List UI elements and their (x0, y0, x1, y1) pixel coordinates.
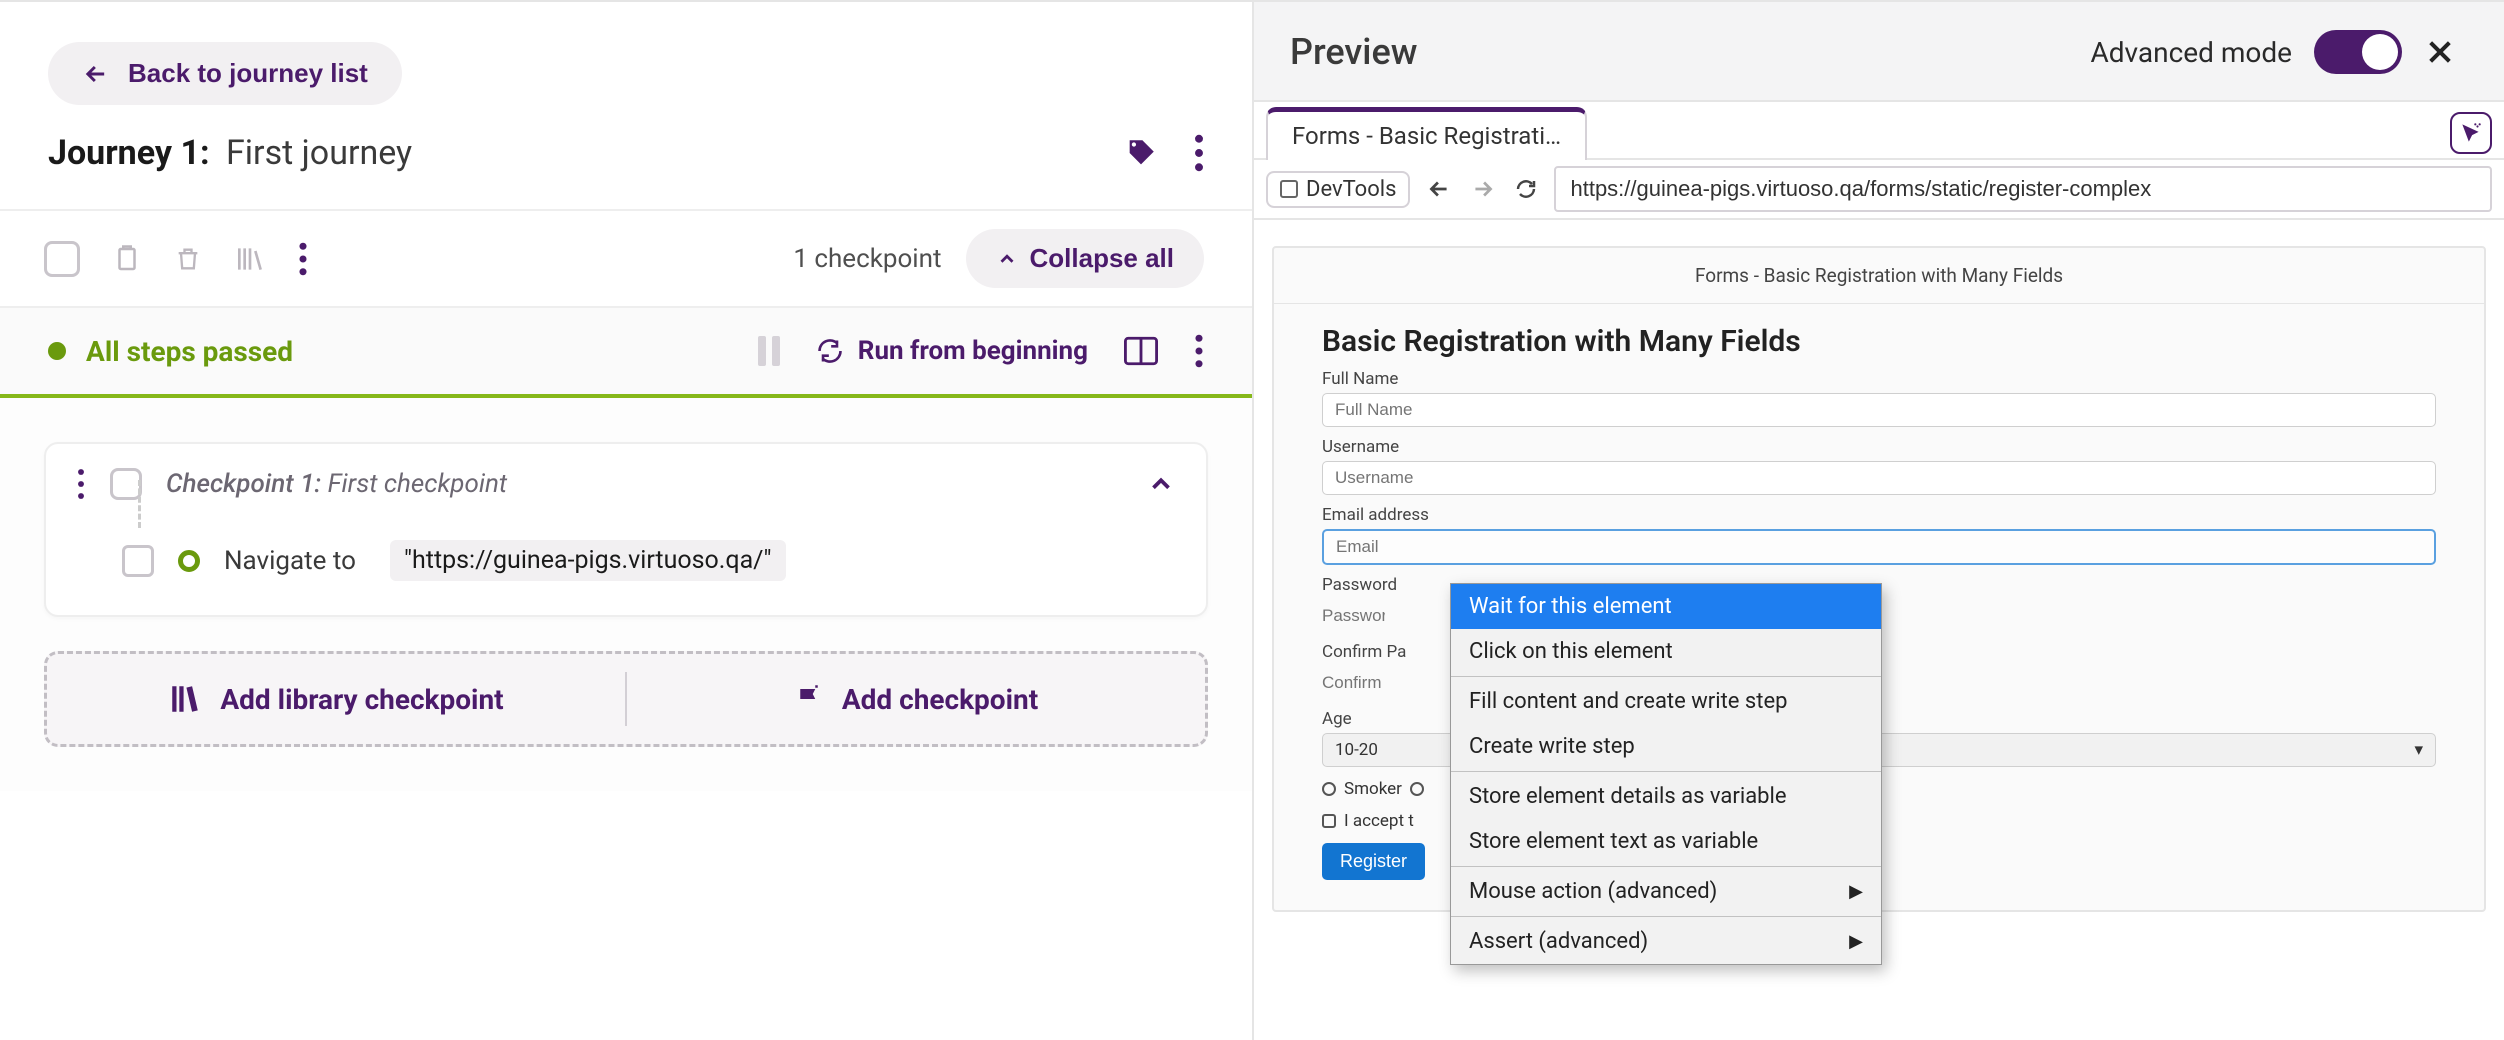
step-status-icon (178, 550, 200, 572)
status-more-menu[interactable] (1194, 334, 1204, 368)
submenu-arrow-icon: ▶ (1849, 931, 1863, 952)
checkpoint-name: First checkpoint (328, 469, 508, 499)
pause-icon[interactable] (758, 336, 780, 366)
add-library-checkpoint-button[interactable]: Add library checkpoint (47, 654, 625, 744)
run-from-beginning-button[interactable]: Run from beginning (816, 336, 1088, 366)
back-label: Back to journey list (128, 58, 368, 89)
accept-label: I accept t (1344, 811, 1414, 831)
email-label: Email address (1322, 505, 2436, 525)
checkpoint-card: Checkpoint 1: First checkpoint Navigate … (44, 442, 1208, 617)
back-to-journey-list-button[interactable]: Back to journey list (48, 42, 402, 105)
tag-icon[interactable] (1124, 136, 1158, 170)
step-checkbox[interactable] (122, 545, 154, 577)
add-library-label: Add library checkpoint (220, 683, 503, 716)
browser-reload-button[interactable] (1514, 177, 1538, 201)
run-status: All steps passed (48, 335, 293, 368)
email-input[interactable] (1322, 529, 2436, 565)
fullname-label: Full Name (1322, 369, 2436, 389)
element-selector-tool[interactable] (2450, 112, 2492, 154)
ctx-store-details[interactable]: Store element details as variable (1451, 774, 1881, 819)
ctx-assert[interactable]: Assert (advanced)▶ (1451, 919, 1881, 964)
devtools-checkbox[interactable] (1280, 180, 1298, 198)
smoker-radio[interactable] (1322, 782, 1336, 796)
password-input[interactable] (1322, 600, 1397, 632)
page-heading: Basic Registration with Many Fields (1322, 324, 2436, 359)
browser-back-button[interactable] (1426, 176, 1452, 202)
collapse-label: Collapse all (1030, 243, 1175, 274)
ctx-store-text[interactable]: Store element text as variable (1451, 819, 1881, 864)
journey-name: First journey (226, 133, 412, 173)
arrow-left-icon (82, 60, 110, 88)
ctx-click-on-element[interactable]: Click on this element (1451, 629, 1881, 674)
step-url: "https://guinea-pigs.virtuoso.qa/" (390, 540, 786, 581)
browser-tab[interactable]: Forms - Basic Registrati… (1266, 107, 1587, 160)
clipboard-icon[interactable] (112, 242, 142, 276)
checkpoint-label: Checkpoint 1: (166, 469, 321, 499)
advanced-mode-label: Advanced mode (2090, 36, 2292, 69)
side-panel-icon[interactable] (1124, 336, 1158, 366)
journey-editor-panel: Back to journey list Journey 1: First jo… (0, 2, 1254, 1040)
journey-more-menu[interactable] (1194, 134, 1204, 172)
preview-title: Preview (1290, 31, 1417, 73)
collapse-all-button[interactable]: Collapse all (966, 229, 1205, 288)
checkpoint-drag-handle[interactable] (76, 468, 86, 500)
status-dot-icon (48, 342, 66, 360)
age-value: 10-20 (1335, 740, 1378, 760)
checkpoint-collapse-toggle[interactable] (1146, 469, 1176, 499)
trash-icon[interactable] (174, 242, 202, 276)
ctx-fill-content[interactable]: Fill content and create write step (1451, 679, 1881, 724)
browser-forward-button[interactable] (1470, 176, 1496, 202)
close-preview-button[interactable] (2424, 36, 2456, 68)
library-icon[interactable] (234, 242, 266, 276)
confirm-password-input[interactable] (1322, 667, 1394, 699)
element-context-menu: Wait for this element Click on this elem… (1450, 583, 1882, 965)
ctx-mouse-action[interactable]: Mouse action (advanced)▶ (1451, 869, 1881, 914)
smoker-radio-2[interactable] (1410, 782, 1424, 796)
status-label: All steps passed (86, 335, 293, 368)
journey-label: Journey 1: (48, 133, 210, 173)
accept-checkbox[interactable] (1322, 814, 1336, 828)
advanced-mode-toggle[interactable] (2314, 30, 2402, 74)
chevron-down-icon: ▾ (2414, 740, 2423, 760)
page-titlebar: Forms - Basic Registration with Many Fie… (1274, 248, 2484, 304)
browser-url-input[interactable] (1554, 166, 2492, 212)
toolbar-more-menu[interactable] (298, 242, 308, 276)
run-label: Run from beginning (858, 336, 1088, 366)
journey-title: Journey 1: First journey (48, 133, 412, 173)
step-action: Navigate to (224, 546, 356, 576)
chevron-up-icon (996, 248, 1018, 270)
username-input[interactable] (1322, 461, 2436, 495)
username-label: Username (1322, 437, 2436, 457)
fullname-input[interactable] (1322, 393, 2436, 427)
step-row[interactable]: Navigate to "https://guinea-pigs.virtuos… (76, 500, 1176, 597)
flag-add-icon (794, 682, 824, 716)
register-button[interactable]: Register (1322, 843, 1425, 880)
devtools-toggle[interactable]: DevTools (1266, 171, 1410, 208)
smoker-label: Smoker (1344, 779, 1402, 799)
select-all-checkbox[interactable] (44, 241, 80, 277)
refresh-icon (816, 337, 844, 365)
ctx-create-write-step[interactable]: Create write step (1451, 724, 1881, 769)
add-checkpoint-label: Add checkpoint (842, 683, 1038, 716)
library-add-icon (168, 682, 202, 716)
ctx-wait-for-element[interactable]: Wait for this element (1451, 584, 1881, 629)
add-checkpoint-button[interactable]: Add checkpoint (627, 654, 1205, 744)
submenu-arrow-icon: ▶ (1849, 881, 1863, 902)
checkpoint-count: 1 checkpoint (793, 244, 941, 274)
devtools-label: DevTools (1306, 177, 1396, 202)
